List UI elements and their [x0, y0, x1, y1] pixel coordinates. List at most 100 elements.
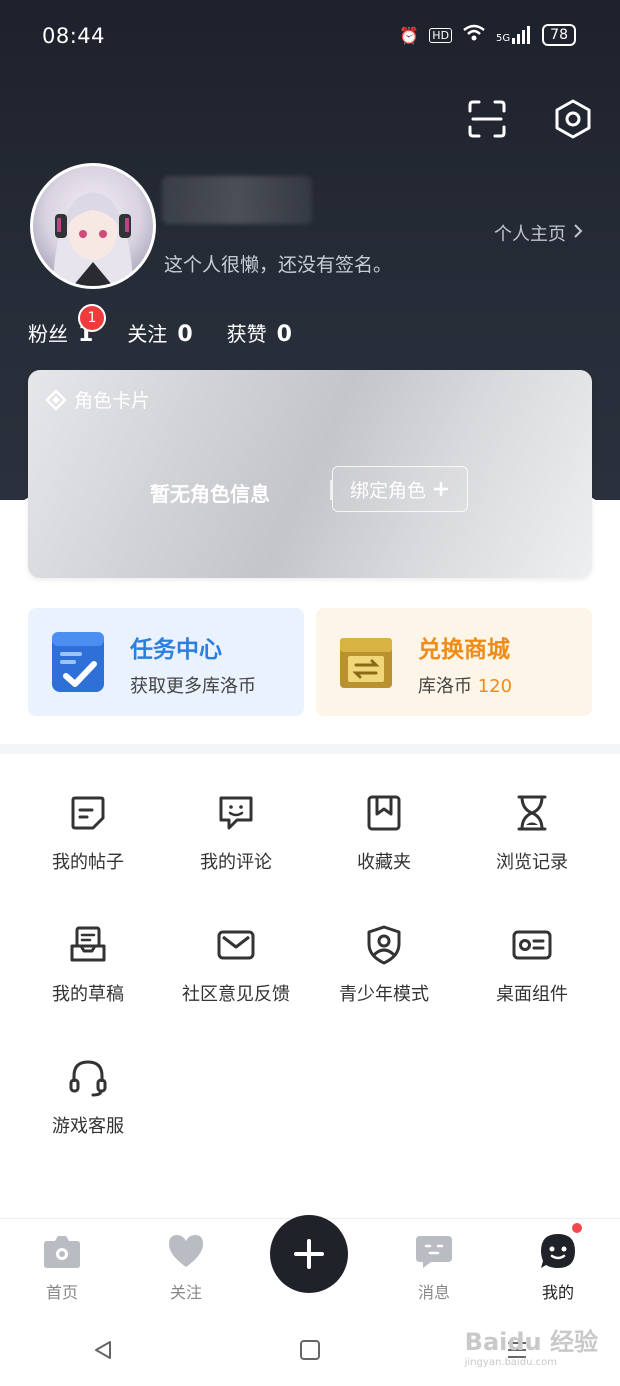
tool-label: 我的评论	[200, 852, 272, 873]
coin-label: 库洛币	[418, 676, 472, 697]
tool-history[interactable]: 浏览记录	[458, 792, 606, 924]
no-role-info-text: 暂无角色信息	[150, 482, 270, 506]
tab-label: 消息	[417, 1283, 450, 1302]
heart-icon	[169, 1235, 203, 1267]
watermark-text: Baidu 经验	[464, 1328, 598, 1356]
status-time: 08:44	[42, 24, 106, 48]
home-square-icon[interactable]	[298, 1338, 322, 1362]
role-card-title-text: 角色卡片	[74, 390, 151, 412]
feature-row: 任务中心 获取更多库洛币 兑换商城 库洛币 120	[28, 608, 592, 716]
role-card-title: 角色卡片	[46, 386, 150, 413]
task-center-card[interactable]: 任务中心 获取更多库洛币	[28, 608, 304, 716]
message-icon	[416, 1236, 452, 1268]
tool-teen-mode[interactable]: 青少年模式	[310, 924, 458, 1056]
bookmark-icon	[367, 795, 401, 831]
tool-my-posts[interactable]: 我的帖子	[14, 792, 162, 924]
post-icon	[71, 796, 105, 830]
plus-icon	[294, 1239, 324, 1269]
top-actions	[464, 96, 596, 142]
coin-amount: 120	[477, 676, 513, 697]
coin-balance: 库洛币 120	[418, 672, 512, 698]
tab-messages[interactable]: 消息	[372, 1219, 496, 1315]
tool-label: 桌面组件	[496, 984, 568, 1005]
alarm-icon: ⏰	[399, 25, 420, 45]
tab-label: 我的	[541, 1283, 574, 1302]
shield-user-icon	[367, 925, 401, 965]
tool-label: 我的帖子	[52, 852, 124, 873]
stat-label: 获赞	[226, 322, 267, 346]
tab-me[interactable]: 我的	[496, 1219, 620, 1315]
stat-label: 粉丝	[28, 322, 68, 346]
battery-indicator: 78	[542, 24, 576, 46]
signal-icon: 5G	[496, 26, 532, 44]
tool-feedback[interactable]: 社区意见反馈	[162, 924, 310, 1056]
profile-face-icon	[541, 1234, 575, 1268]
profile-stats: 粉丝 1 1 关注 0 获赞 0	[28, 304, 292, 347]
blurred-username	[162, 176, 312, 224]
tab-follow[interactable]: 关注	[124, 1219, 248, 1315]
stat-label: 关注	[127, 322, 168, 346]
mail-icon	[217, 930, 255, 960]
chevron-right-icon	[572, 222, 584, 245]
wifi-icon	[462, 24, 486, 46]
personal-homepage-link[interactable]: 个人主页	[494, 220, 584, 246]
notification-dot	[572, 1223, 582, 1233]
watermark-url: jingyan.baidu.com	[464, 1357, 557, 1368]
tool-label: 青少年模式	[339, 984, 429, 1005]
tool-favorites[interactable]: 收藏夹	[310, 792, 458, 924]
section-separator	[0, 744, 620, 754]
tab-label: 首页	[45, 1283, 78, 1302]
status-bar: 08:44 ⏰ HD 5G 78	[0, 0, 620, 76]
role-card: 角色卡片 暂无角色信息 绑定角色	[28, 370, 592, 578]
tool-drafts[interactable]: 我的草稿	[14, 924, 162, 1056]
tool-game-support[interactable]: 游戏客服	[14, 1056, 162, 1188]
create-post-button[interactable]	[270, 1215, 348, 1293]
tool-label: 社区意见反馈	[182, 984, 290, 1005]
exchange-chest-icon	[340, 638, 392, 688]
baidu-jingyan-watermark: Baidu 经验 jingyan.baidu.com	[465, 1322, 598, 1368]
tool-label: 我的草稿	[52, 984, 124, 1005]
hourglass-icon	[517, 795, 547, 831]
exchange-mall-title: 兑换商城	[418, 637, 510, 663]
profile-signature: 这个人很懒，还没有签名。	[164, 254, 393, 276]
stat-fans[interactable]: 粉丝 1 1	[28, 304, 106, 347]
home-camera-icon	[44, 1236, 80, 1268]
status-icons: ⏰ HD 5G 78	[399, 24, 576, 46]
tool-grid-row: 游戏客服	[14, 1056, 606, 1188]
task-center-title: 任务中心	[130, 637, 222, 663]
widget-card-icon	[512, 930, 552, 960]
settings-hexagon-icon	[555, 99, 591, 139]
hd-icon: HD	[429, 27, 453, 43]
plus-icon	[434, 482, 448, 496]
tool-label: 游戏客服	[52, 1116, 124, 1137]
stat-likes[interactable]: 获赞 0	[227, 318, 292, 347]
network-type: 5G	[496, 33, 511, 44]
bind-role-label: 绑定角色	[349, 479, 426, 502]
scan-button[interactable]	[464, 96, 510, 142]
scan-icon	[468, 100, 506, 138]
avatar[interactable]	[30, 163, 156, 289]
stat-following[interactable]: 关注 0	[127, 318, 192, 347]
tab-label: 关注	[169, 1283, 202, 1302]
bind-role-button[interactable]: 绑定角色	[332, 466, 468, 512]
tab-home[interactable]: 首页	[0, 1219, 124, 1315]
stat-value: 0	[177, 322, 193, 347]
tool-grid: 我的帖子 我的评论 收藏夹 浏览记录 我的草稿 社区意见反馈 青少年模式 桌面组…	[14, 792, 606, 1188]
tool-label: 浏览记录	[496, 852, 568, 873]
tool-desktop-widget[interactable]: 桌面组件	[458, 924, 606, 1056]
tool-my-comments[interactable]: 我的评论	[162, 792, 310, 924]
back-triangle-icon[interactable]	[91, 1338, 115, 1362]
avatar-character-image	[53, 192, 133, 286]
comment-icon	[219, 796, 253, 830]
settings-button[interactable]	[550, 96, 596, 142]
task-center-icon	[52, 632, 104, 692]
tool-grid-row: 我的帖子 我的评论 收藏夹 浏览记录	[14, 792, 606, 924]
headset-icon	[69, 1060, 107, 1097]
fans-notification-badge: 1	[78, 304, 106, 332]
task-center-subtitle: 获取更多库洛币	[130, 676, 256, 697]
draft-icon	[70, 926, 106, 962]
homepage-label: 个人主页	[494, 224, 566, 245]
exchange-mall-card[interactable]: 兑换商城 库洛币 120	[316, 608, 592, 716]
stat-value: 0	[276, 322, 292, 347]
diamond-icon	[46, 389, 66, 410]
